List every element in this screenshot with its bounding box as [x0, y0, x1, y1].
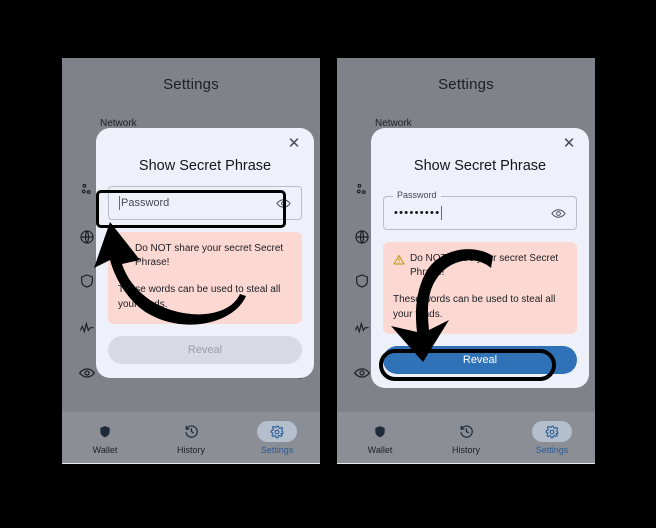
nav-item-history[interactable]: History — [434, 421, 498, 455]
text-caret — [119, 196, 120, 210]
password-label: Password — [393, 190, 441, 200]
show-secret-phrase-dialog: ✕ Show Secret Phrase Password Do NOT sha… — [96, 128, 314, 378]
bottom-navigation: Wallet History Settings — [62, 412, 320, 464]
dialog-title: Show Secret Phrase — [413, 158, 547, 174]
reveal-button[interactable]: Reveal — [383, 346, 577, 374]
nav-item-settings[interactable]: Settings — [245, 421, 309, 455]
nav-label: History — [451, 445, 480, 455]
clock-rotate-icon — [171, 421, 211, 442]
bottom-navigation: Wallet History Settings — [337, 412, 595, 464]
nav-label: Settings — [535, 445, 569, 455]
wallet-icon — [360, 421, 400, 442]
wallet-icon — [85, 421, 125, 442]
nav-label: History — [176, 445, 205, 455]
phone-panel-right: Settings Network ❯ ❯ — [337, 58, 595, 464]
warning-triangle-icon — [118, 243, 130, 261]
text-caret — [441, 206, 443, 220]
nav-label: Wallet — [92, 445, 118, 455]
reveal-button[interactable]: Reveal — [108, 336, 302, 364]
password-value: ••••••••• — [394, 207, 441, 219]
warning-box: Do NOT share your secret Secret Phrase! … — [108, 232, 302, 324]
nav-label: Settings — [260, 445, 294, 455]
warning-triangle-icon — [393, 253, 405, 271]
warning-body-text: These words can be used to steal all you… — [393, 294, 556, 320]
close-icon[interactable]: ✕ — [286, 136, 302, 152]
nav-item-settings[interactable]: Settings — [520, 421, 584, 455]
gear-icon — [257, 421, 297, 442]
password-input[interactable]: Password — [108, 186, 302, 220]
password-placeholder: Password — [121, 197, 170, 209]
warning-strong-text: Do NOT share your secret Secret Phrase! — [410, 253, 559, 278]
nav-item-history[interactable]: History — [159, 421, 223, 455]
phone-panel-left: Settings Network ❯ ❯ — [62, 58, 320, 464]
show-secret-phrase-dialog: ✕ Show Secret Phrase Password ••••••••• … — [371, 128, 589, 388]
eye-icon[interactable] — [551, 206, 566, 221]
dialog-title: Show Secret Phrase — [138, 158, 272, 174]
close-icon[interactable]: ✕ — [561, 136, 577, 152]
warning-body-text: These words can be used to steal all you… — [118, 284, 281, 310]
nav-item-wallet[interactable]: Wallet — [348, 421, 412, 455]
nav-label: Wallet — [367, 445, 393, 455]
eye-icon[interactable] — [276, 196, 291, 211]
page-title: Settings — [163, 76, 219, 93]
clock-rotate-icon — [446, 421, 486, 442]
page-title: Settings — [438, 76, 494, 93]
warning-box: Do NOT share your secret Secret Phrase! … — [383, 242, 577, 334]
screenshot-stage: Settings Network ❯ ❯ — [0, 0, 656, 528]
gear-icon — [532, 421, 572, 442]
warning-strong-text: Do NOT share your secret Secret Phrase! — [135, 243, 284, 268]
password-input[interactable]: Password ••••••••• — [383, 190, 577, 230]
nav-item-wallet[interactable]: Wallet — [73, 421, 137, 455]
